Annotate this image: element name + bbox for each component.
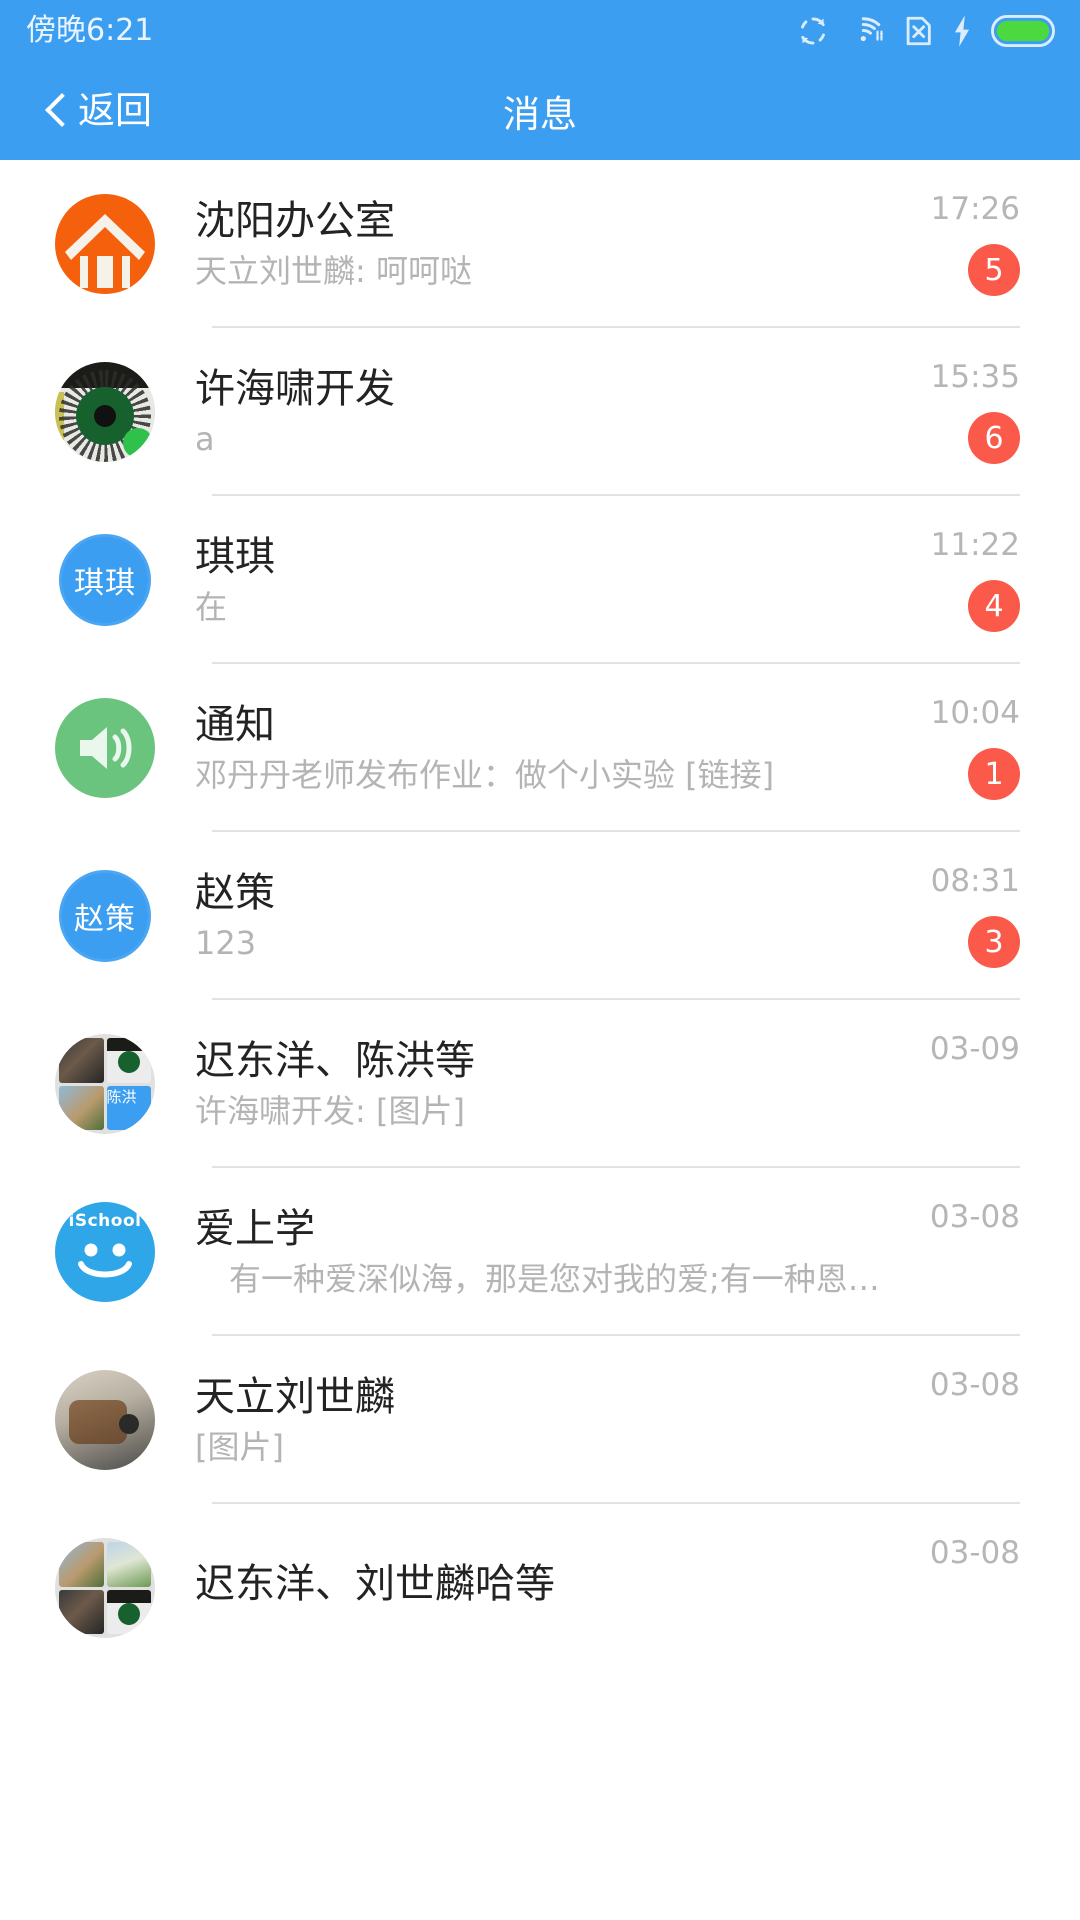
- chat-text-block: 天立刘世麟 [图片]: [195, 1374, 890, 1466]
- chat-list-item[interactable]: 陈洪 迟东洋、陈洪等 许海啸开发: [图片] 03-09: [0, 1000, 1080, 1168]
- chat-list-item[interactable]: 通知 邓丹丹老师发布作业：做个小实验 [链接] 10:04 1: [0, 664, 1080, 832]
- unread-badge: 3: [968, 916, 1020, 968]
- chat-meta: 03-08: [890, 1336, 1020, 1504]
- unread-badge: 1: [968, 748, 1020, 800]
- chat-meta: 17:26 5: [890, 160, 1020, 328]
- chat-timestamp: 03-09: [929, 1031, 1020, 1067]
- photo-radio-avatar: [55, 1370, 155, 1470]
- back-button-label: 返回: [78, 89, 152, 132]
- chevron-left-icon: [44, 92, 66, 130]
- chat-preview: 有一种爱深似海，那是您对我的爱;有一种恩…: [229, 1260, 880, 1298]
- chat-list-item[interactable]: 赵策 赵策 123 08:31 3: [0, 832, 1080, 1000]
- group-avatar-tile: [59, 1085, 104, 1130]
- chat-list-item[interactable]: 琪琪 琪琪 在 11:22 4: [0, 496, 1080, 664]
- chat-text-block: 琪琪 在: [195, 534, 890, 626]
- chat-preview: 天立刘世麟: 呵呵哒: [195, 252, 472, 290]
- chat-title: 沈阳办公室: [195, 198, 395, 244]
- chat-timestamp: 08:31: [930, 863, 1020, 899]
- chat-title: 天立刘世麟: [195, 1374, 395, 1420]
- chat-meta: 03-08: [890, 1168, 1020, 1336]
- chat-meta: 03-09: [890, 1000, 1020, 1168]
- unread-badge: 6: [968, 412, 1020, 464]
- status-bar-icons: [796, 14, 1056, 48]
- chat-text-block: 赵策 123: [195, 870, 890, 962]
- page-title: 消息: [503, 93, 577, 136]
- chat-timestamp: 11:22: [930, 527, 1020, 563]
- chat-timestamp: 17:26: [930, 191, 1020, 227]
- chat-text-block: 迟东洋、刘世麟哈等: [195, 1561, 890, 1615]
- sim-card-x-icon: [902, 14, 934, 48]
- group-avatar-tile: [106, 1589, 151, 1634]
- chat-preview: 在: [195, 588, 228, 626]
- chat-timestamp: 03-08: [929, 1199, 1020, 1235]
- initial-avatar: 赵策: [55, 866, 155, 966]
- initial-avatar: 琪琪: [55, 530, 155, 630]
- smiley-ischool-icon: iSchool: [55, 1202, 155, 1302]
- battery-icon: [990, 15, 1056, 47]
- chat-title: 许海啸开发: [195, 366, 395, 412]
- chat-title: 爱上学: [195, 1206, 315, 1252]
- chat-text-block: 迟东洋、陈洪等 许海啸开发: [图片]: [195, 1038, 890, 1130]
- group-avatar: 陈洪: [55, 1034, 155, 1134]
- sync-icon: [796, 14, 830, 48]
- status-bar: 傍晚6:21: [0, 0, 1080, 62]
- chat-title: 琪琪: [195, 534, 275, 580]
- chat-text-block: 许海啸开发 a: [195, 366, 890, 458]
- chat-title: 迟东洋、陈洪等: [195, 1038, 475, 1084]
- group-avatar-tile: [59, 1589, 104, 1634]
- back-button[interactable]: 返回: [44, 91, 152, 131]
- chat-timestamp: 15:35: [930, 359, 1020, 395]
- chat-title: 通知: [195, 702, 275, 748]
- chat-timestamp: 10:04: [930, 695, 1020, 731]
- chat-timestamp: 03-08: [929, 1367, 1020, 1403]
- chat-list-item[interactable]: 天立刘世麟 [图片] 03-08: [0, 1336, 1080, 1504]
- chat-text-block: 通知 邓丹丹老师发布作业：做个小实验 [链接]: [195, 702, 890, 794]
- group-avatar-tile: [59, 1542, 104, 1587]
- chat-list-item[interactable]: iSchool 爱上学 有一种爱深似海，那是您对我的爱;有一种恩… 03-08: [0, 1168, 1080, 1336]
- chat-text-block: 爱上学 有一种爱深似海，那是您对我的爱;有一种恩…: [195, 1206, 890, 1298]
- chat-preview: a: [195, 420, 215, 458]
- chat-meta: 11:22 4: [890, 496, 1020, 664]
- chat-list-item[interactable]: 沈阳办公室 天立刘世麟: 呵呵哒 17:26 5: [0, 160, 1080, 328]
- house-icon: [55, 194, 155, 294]
- unread-badge: 4: [968, 580, 1020, 632]
- chat-meta: 10:04 1: [890, 664, 1020, 832]
- group-avatar-tile: [59, 1038, 104, 1083]
- unread-badge: 5: [968, 244, 1020, 296]
- chat-preview: 123: [195, 924, 257, 962]
- chat-title: 迟东洋、刘世麟哈等: [195, 1561, 555, 1607]
- photo-qr-avatar: [55, 362, 155, 462]
- group-avatar-tile: [106, 1542, 151, 1587]
- navigation-bar: 返回 消息: [0, 62, 1080, 160]
- chat-meta: 08:31 3: [890, 832, 1020, 1000]
- chat-meta: 03-08: [890, 1504, 1020, 1672]
- chat-preview: 邓丹丹老师发布作业：做个小实验 [链接]: [195, 756, 775, 794]
- chat-timestamp: 03-08: [929, 1535, 1020, 1571]
- chat-list[interactable]: 沈阳办公室 天立刘世麟: 呵呵哒 17:26 5 许海啸开发 a 15:35 6…: [0, 160, 1080, 1920]
- chat-preview: [图片]: [195, 1428, 284, 1466]
- group-avatar-scene: [55, 1538, 155, 1638]
- group-avatar-tile: [106, 1038, 151, 1083]
- group-avatar-tile: 陈洪: [106, 1085, 151, 1130]
- charging-bolt-icon: [951, 14, 973, 48]
- speaker-icon: [55, 698, 155, 798]
- chat-preview: 许海啸开发: [图片]: [195, 1092, 465, 1130]
- chat-title: 赵策: [195, 870, 275, 916]
- chat-list-item[interactable]: 许海啸开发 a 15:35 6: [0, 328, 1080, 496]
- chat-list-item[interactable]: 迟东洋、刘世麟哈等 03-08: [0, 1504, 1080, 1672]
- status-bar-time: 傍晚6:21: [26, 13, 154, 48]
- chat-meta: 15:35 6: [890, 328, 1020, 496]
- chat-text-block: 沈阳办公室 天立刘世麟: 呵呵哒: [195, 198, 890, 290]
- wifi-icon: [847, 14, 885, 48]
